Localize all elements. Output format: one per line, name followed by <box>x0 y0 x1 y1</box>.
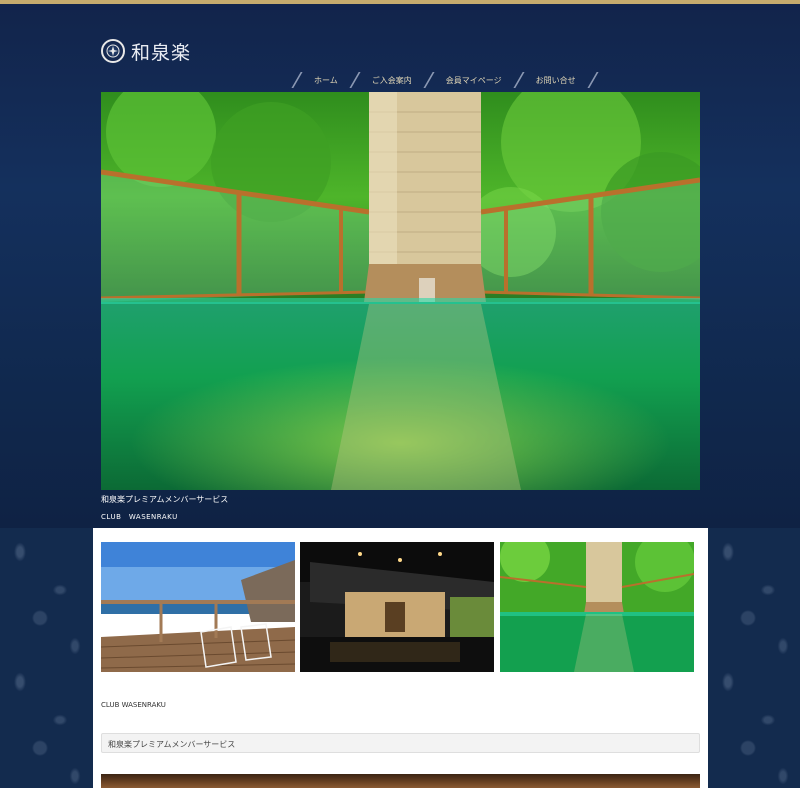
nav-item-membership-guide[interactable]: ご入会案内 <box>366 75 418 86</box>
decorative-pattern-left <box>0 528 93 788</box>
decorative-pattern-right <box>708 528 800 788</box>
nav-item-home[interactable]: ホーム <box>308 75 344 86</box>
nav-item-member-mypage[interactable]: 会員マイページ <box>440 75 508 86</box>
nav-divider <box>347 72 362 88</box>
hero-sub-caption: CLUB WASENRAKU <box>101 513 178 521</box>
nav-item-contact[interactable]: お問い合せ <box>530 75 582 86</box>
club-label: CLUB WASENRAKU <box>101 701 166 709</box>
thumbnail-hotel-entrance[interactable] <box>300 542 494 672</box>
nav-divider <box>511 72 526 88</box>
next-section-image-preview <box>101 774 700 788</box>
nav-divider <box>290 72 304 88</box>
crest-emblem-icon <box>101 39 125 63</box>
nav-divider <box>585 72 600 88</box>
thumbnail-open-air-bath[interactable] <box>500 542 694 672</box>
site-logo[interactable]: 和泉楽 <box>101 38 196 64</box>
nav-divider <box>421 72 436 88</box>
main-content: CLUB WASENRAKU 和泉楽プレミアムメンバーサービス <box>93 528 708 788</box>
hero-caption: 和泉楽プレミアムメンバーサービス <box>101 495 229 504</box>
main-navigation: ホーム ご入会案内 会員マイページ お問い合せ <box>286 70 604 90</box>
hero-image-open-air-bath <box>101 92 700 490</box>
thumbnail-terrace-ocean[interactable] <box>101 542 295 672</box>
service-info-box: 和泉楽プレミアムメンバーサービス <box>101 733 700 753</box>
logo-text: 和泉楽 <box>131 41 192 64</box>
